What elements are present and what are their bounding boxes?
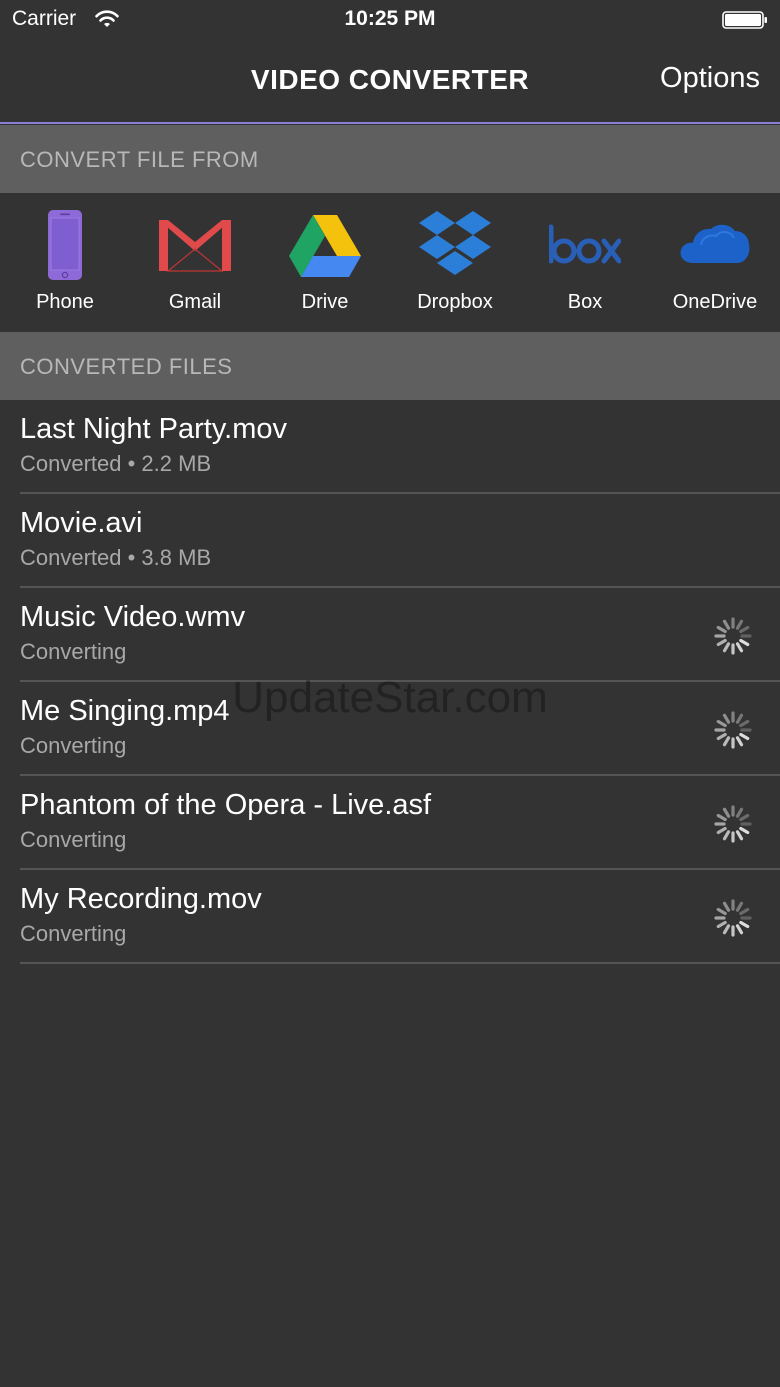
source-phone[interactable]: Phone: [0, 193, 130, 332]
options-button[interactable]: Options: [660, 62, 760, 95]
spinner-spoke: [735, 807, 744, 818]
section-header-label: CONVERTED FILES: [20, 354, 233, 379]
file-row[interactable]: Music Video.wmv Converting: [0, 588, 780, 682]
google-drive-icon: [289, 215, 361, 277]
spinner-spoke: [722, 736, 731, 747]
spinner-spoke: [735, 642, 744, 653]
file-row[interactable]: Phantom of the Opera - Live.asf Converti…: [0, 776, 780, 870]
gmail-icon: [159, 220, 231, 272]
spinner-spoke: [722, 924, 731, 935]
spinner-spoke: [739, 826, 750, 835]
file-name: Movie.avi: [20, 507, 143, 539]
spinner-spoke: [739, 920, 750, 929]
spinner-spoke: [739, 732, 750, 741]
spinner-spoke: [735, 736, 744, 747]
file-status: Converting: [20, 733, 127, 758]
spinner-spoke: [716, 907, 727, 916]
section-header-label: CONVERT FILE FROM: [20, 147, 259, 172]
source-picker: Phone Gmail Drive Dropbox Box OneDrive: [0, 193, 780, 332]
converted-files-list: Last Night Party.mov Converted • 2.2 MB …: [0, 400, 780, 964]
spinner-spoke: [739, 719, 750, 728]
spinner-spoke: [739, 638, 750, 647]
status-bar: Carrier 10:25 PM: [0, 0, 780, 40]
file-name: Last Night Party.mov: [20, 413, 288, 445]
box-icon: [549, 224, 621, 264]
clock: 10:25 PM: [344, 7, 436, 30]
section-header-converted-files: CONVERTED FILES: [0, 332, 780, 400]
spinner-spoke: [716, 719, 727, 728]
spinner-icon: [714, 805, 752, 843]
source-label: OneDrive: [672, 291, 758, 313]
source-onedrive[interactable]: OneDrive: [650, 193, 780, 332]
spinner-icon: [714, 711, 752, 749]
spinner-spoke: [735, 924, 744, 935]
file-name: Music Video.wmv: [20, 601, 246, 633]
spinner-spoke: [722, 619, 731, 630]
spinner-spoke: [716, 625, 727, 634]
file-status: Converting: [20, 921, 127, 946]
spinner-spoke: [739, 625, 750, 634]
source-box[interactable]: Box: [520, 193, 650, 332]
source-label: Dropbox: [417, 291, 493, 313]
phone-icon: [48, 210, 82, 280]
dropbox-icon: [419, 211, 491, 275]
file-row[interactable]: Me Singing.mp4 Converting: [0, 682, 780, 776]
spinner-icon: [714, 617, 752, 655]
spinner-spoke: [735, 619, 744, 630]
file-status: Converted • 3.8 MB: [20, 545, 212, 570]
spinner-spoke: [722, 713, 731, 724]
file-name: Me Singing.mp4: [20, 695, 230, 727]
navigation-bar: VIDEO CONVERTER Options: [0, 40, 780, 124]
source-label: Phone: [36, 291, 94, 313]
spinner-spoke: [722, 807, 731, 818]
source-label: Drive: [301, 291, 349, 313]
spinner-spoke: [722, 830, 731, 841]
section-header-convert-from: CONVERT FILE FROM: [0, 125, 780, 193]
spinner-spoke: [716, 732, 727, 741]
spinner-spoke: [716, 920, 727, 929]
spinner-spoke: [735, 713, 744, 724]
file-row[interactable]: My Recording.mov Converting: [0, 870, 780, 964]
spinner-spoke: [735, 901, 744, 912]
spinner-icon: [714, 899, 752, 937]
spinner-spoke: [722, 642, 731, 653]
spinner-spoke: [722, 901, 731, 912]
source-dropbox[interactable]: Dropbox: [390, 193, 520, 332]
spinner-spoke: [716, 813, 727, 822]
file-name: My Recording.mov: [20, 883, 262, 915]
spinner-spoke: [716, 638, 727, 647]
battery-icon: [722, 11, 767, 29]
file-row[interactable]: Movie.avi Converted • 3.8 MB: [0, 494, 780, 588]
spinner-spoke: [735, 830, 744, 841]
file-row[interactable]: Last Night Party.mov Converted • 2.2 MB: [0, 400, 780, 494]
source-label: Box: [567, 291, 603, 313]
file-status: Converted • 2.2 MB: [20, 451, 212, 476]
source-drive[interactable]: Drive: [260, 193, 390, 332]
row-divider: [20, 962, 780, 964]
spinner-spoke: [739, 813, 750, 822]
source-label: Gmail: [168, 291, 222, 313]
spinner-spoke: [716, 826, 727, 835]
onedrive-icon: [680, 224, 750, 263]
source-gmail[interactable]: Gmail: [130, 193, 260, 332]
file-name: Phantom of the Opera - Live.asf: [20, 789, 432, 821]
spinner-spoke: [739, 907, 750, 916]
file-status: Converting: [20, 639, 127, 664]
file-status: Converting: [20, 827, 127, 852]
